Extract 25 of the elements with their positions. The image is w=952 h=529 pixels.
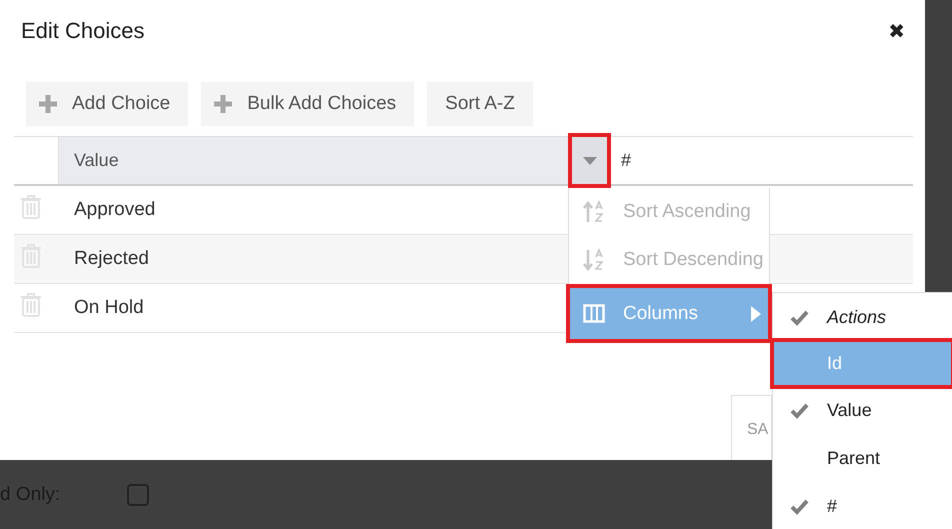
sort-descending-icon xyxy=(583,248,605,272)
trash-icon[interactable] xyxy=(20,195,42,219)
plus-icon xyxy=(213,94,234,114)
checkbox[interactable] xyxy=(127,484,149,506)
table-cell: On Hold xyxy=(74,297,144,319)
columns-icon xyxy=(583,304,605,323)
column-menu-button[interactable] xyxy=(572,137,607,184)
table-cell: Rejected xyxy=(74,248,149,270)
column-header[interactable]: Value xyxy=(58,137,570,184)
toolbar-button[interactable]: Sort A-Z xyxy=(427,82,533,126)
column-header[interactable]: # xyxy=(611,137,632,184)
column-toggle-item[interactable]: Parent xyxy=(773,434,952,482)
plus-icon xyxy=(38,94,58,114)
column-toggle-item[interactable]: # xyxy=(773,482,952,529)
toolbar-button[interactable]: Bulk Add Choices xyxy=(201,82,414,126)
table-cell: Approved xyxy=(74,199,156,221)
close-button[interactable]: ✖ xyxy=(888,21,905,41)
column-toggle-item[interactable]: Actions xyxy=(773,293,952,341)
submenu-arrow-icon xyxy=(751,306,761,322)
caret-icon xyxy=(582,156,596,164)
dialog-title: Edit Choices xyxy=(21,18,145,44)
column-toggle-item[interactable]: Value xyxy=(773,386,952,434)
toolbar-button[interactable]: Add Choice xyxy=(26,82,188,126)
trash-icon[interactable] xyxy=(20,293,42,317)
sort-ascending-icon xyxy=(583,200,605,224)
